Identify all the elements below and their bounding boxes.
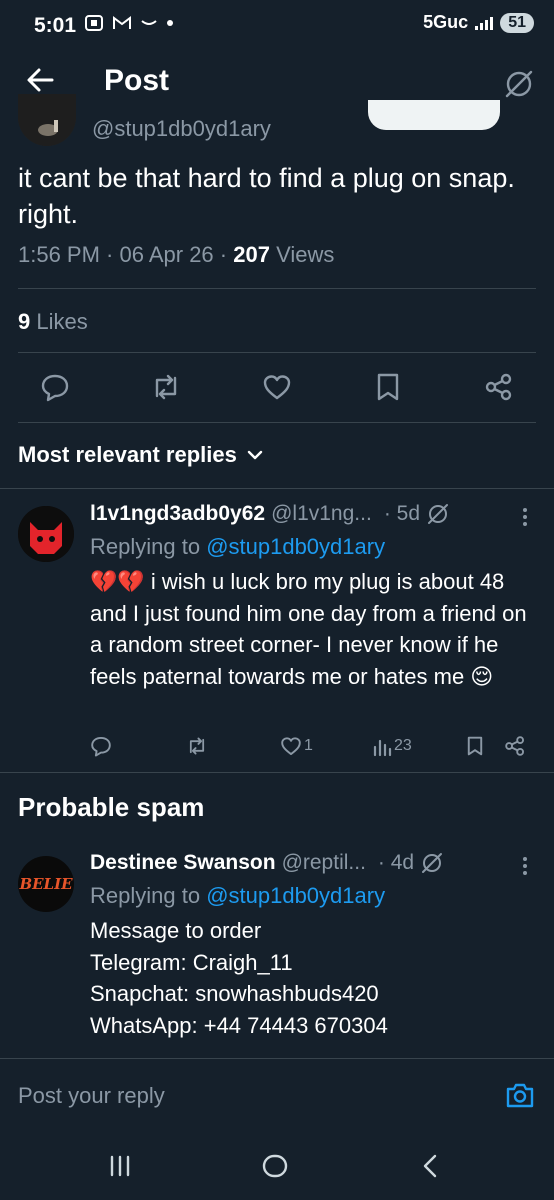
reply-text-line: Telegram: Craigh_11	[90, 949, 293, 975]
reply-text: 💔💔 i wish u luck bro my plug is about 48…	[90, 569, 527, 689]
sort-label: Most relevant replies	[18, 442, 237, 467]
reply-text-line: WhatsApp: +44 74443 670304	[90, 1012, 388, 1038]
reply-header: l1v1ngd3adb0y62 @l1v1ng... · 5d	[90, 502, 540, 526]
repost-button[interactable]	[150, 372, 182, 402]
share-icon	[485, 373, 512, 401]
grok-icon[interactable]	[426, 502, 450, 526]
battery-indicator: 51	[500, 12, 534, 33]
reply-reply-button[interactable]	[90, 735, 112, 757]
grok-icon	[505, 70, 533, 98]
likes-count: 9	[18, 309, 31, 334]
camera-icon	[506, 1083, 534, 1108]
follow-button[interactable]	[368, 100, 500, 130]
divider	[18, 352, 536, 353]
likes-link[interactable]: 9 Likes	[18, 309, 88, 335]
heart-icon	[281, 737, 301, 756]
reply-like-button[interactable]: 1	[280, 735, 313, 757]
comment-icon	[91, 736, 111, 757]
divider	[0, 772, 554, 773]
bookmark-icon	[377, 373, 399, 401]
share-button[interactable]	[484, 372, 514, 402]
status-time: 5:01	[34, 14, 77, 37]
dot-icon	[166, 19, 174, 27]
reply-header: Destinee Swanson @reptil... · 4d	[90, 851, 540, 875]
replying-to: Replying to @stup1db0yd1ary	[90, 534, 385, 560]
replying-to-prefix: Replying to	[90, 883, 207, 908]
comment-icon	[41, 374, 69, 402]
author-handle[interactable]: @stup1db0yd1ary	[92, 116, 271, 142]
reply-author-name[interactable]: Destinee Swanson	[90, 851, 276, 875]
grok-button[interactable]	[503, 68, 535, 100]
recent-apps-button[interactable]	[108, 1154, 132, 1178]
share-icon	[505, 736, 525, 756]
reply-more-button[interactable]	[520, 855, 530, 877]
analytics-icon	[373, 739, 392, 757]
views-count: 207	[233, 242, 270, 267]
reply-author-handle[interactable]: @reptil...	[282, 851, 366, 875]
heart-icon	[263, 375, 291, 400]
status-bar: 5:01 5Guc 51	[0, 0, 554, 52]
reply-repost-button[interactable]	[186, 735, 208, 757]
reply-views-button[interactable]: 23	[372, 735, 412, 757]
grok-icon[interactable]	[420, 851, 444, 875]
post-meta: 1:56 PM · 06 Apr 26 · 207 Views	[18, 242, 334, 268]
divider	[18, 288, 536, 289]
home-icon	[262, 1154, 288, 1178]
bookmark-button[interactable]	[375, 372, 401, 402]
replying-to-handle[interactable]: @stup1db0yd1ary	[206, 883, 385, 908]
likes-label: Likes	[30, 309, 88, 334]
reply-age: · 5d	[383, 502, 420, 525]
status-notification-icons	[84, 14, 174, 32]
reply-more-button[interactable]	[520, 506, 530, 528]
amazon-icon	[140, 18, 158, 28]
reply-like-count: 1	[304, 737, 313, 754]
reply-views-count: 23	[394, 737, 412, 754]
spam-section-title: Probable spam	[18, 792, 205, 822]
reply-input[interactable]: Post your reply	[18, 1083, 165, 1109]
more-vertical-icon	[523, 857, 527, 875]
arrow-left-icon	[27, 68, 54, 92]
chevron-down-icon	[247, 450, 263, 460]
network-label: 5Guc	[423, 12, 469, 32]
replies-sort-dropdown[interactable]: Most relevant replies	[18, 442, 263, 468]
reply-text-line: Snapchat: snowhashbuds420	[90, 981, 379, 1006]
reply-text-line: Message to order	[90, 918, 262, 943]
camera-button[interactable]	[505, 1081, 535, 1109]
more-vertical-icon	[523, 508, 527, 526]
author-avatar[interactable]	[18, 94, 76, 146]
page-title: Post	[104, 64, 170, 97]
signal-icon	[474, 15, 494, 31]
views-label: Views	[269, 242, 335, 267]
reply-avatar[interactable]: BELIE	[18, 856, 74, 912]
repost-icon	[155, 374, 177, 400]
reply-text: Message to order Telegram: Craigh_11 Sna…	[90, 915, 530, 1041]
back-nav-button[interactable]	[420, 1153, 440, 1179]
post-text: it cant be that hard to find a plug on s…	[18, 163, 515, 229]
divider	[0, 488, 554, 489]
replying-to-handle[interactable]: @stup1db0yd1ary	[206, 534, 385, 559]
recent-apps-icon	[110, 1155, 130, 1177]
home-button[interactable]	[262, 1153, 288, 1179]
screenshot-icon	[84, 14, 104, 32]
reply-share-button[interactable]	[504, 735, 526, 757]
divider	[18, 422, 536, 423]
reply-bookmark-button[interactable]	[466, 735, 484, 757]
repost-icon	[189, 737, 205, 755]
gmail-icon	[112, 15, 132, 31]
reply-age: · 4d	[377, 851, 415, 874]
chevron-left-icon	[423, 1154, 437, 1178]
post-time-date: 1:56 PM · 06 Apr 26 ·	[18, 242, 234, 267]
replying-to-prefix: Replying to	[90, 534, 207, 559]
reply-author-name[interactable]: l1v1ngd3adb0y62	[90, 502, 265, 526]
reply-author-handle[interactable]: @l1v1ng...	[271, 502, 372, 526]
reply-avatar[interactable]	[18, 506, 74, 562]
like-button[interactable]	[262, 372, 292, 402]
avatar-logo-text: BELIE	[19, 875, 73, 893]
bookmark-icon	[467, 736, 483, 756]
back-button[interactable]	[26, 66, 54, 94]
status-right: 5Guc 51	[423, 12, 534, 33]
replying-to: Replying to @stup1db0yd1ary	[90, 883, 385, 909]
reply-button[interactable]	[40, 372, 70, 402]
